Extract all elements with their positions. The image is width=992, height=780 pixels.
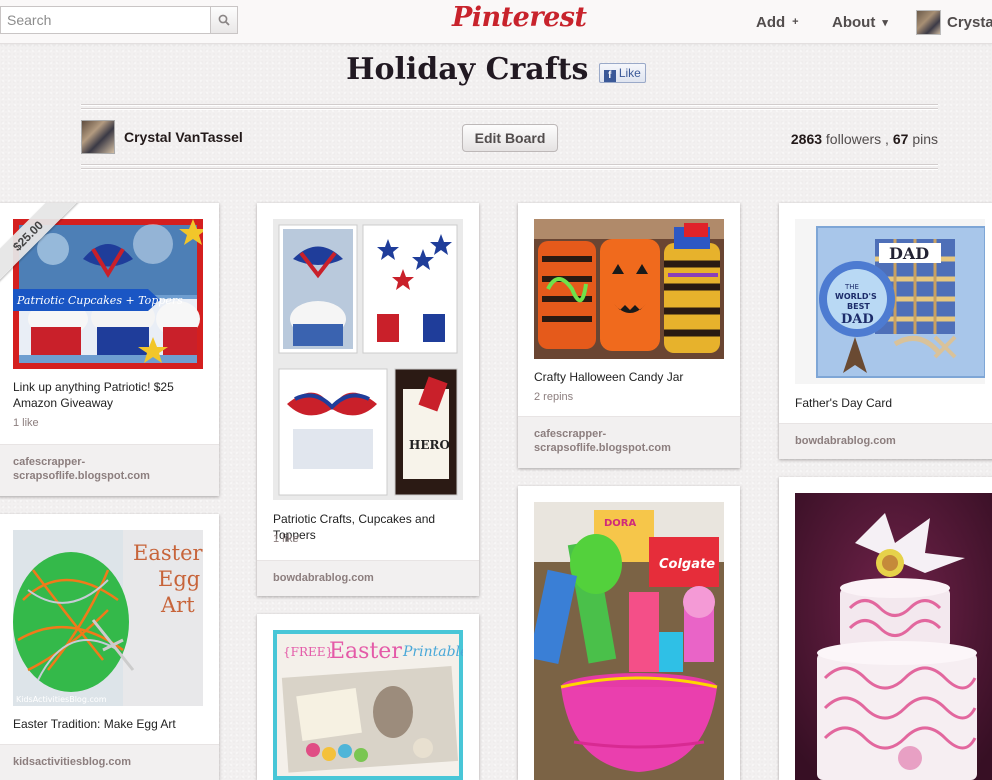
search-button[interactable] xyxy=(210,6,238,34)
pin-card[interactable]: {FREE} Easter Printable xyxy=(257,614,479,780)
halloween-jar-photo xyxy=(534,219,724,359)
pin-description: Father's Day Card xyxy=(795,396,892,410)
edit-board-button[interactable]: Edit Board xyxy=(462,124,558,152)
search-input[interactable] xyxy=(0,6,210,34)
svg-text:Art: Art xyxy=(160,593,195,617)
image-overlay-text: Patriotic Cupcakes + Toppers xyxy=(16,294,183,307)
image-title-easter: Easter xyxy=(329,639,402,664)
owner-name[interactable]: Crystal VanTassel xyxy=(124,129,243,145)
easter-egg-art-photo: Easter Egg Art KidsActivitiesBlog.com xyxy=(13,530,203,706)
card-text-dad: DAD xyxy=(889,244,929,263)
search-bar xyxy=(0,6,238,34)
like-label: Like xyxy=(618,65,641,80)
pin-image[interactable] xyxy=(795,493,992,780)
fathers-day-card-photo: DAD THE WORLD'S BEST DAD xyxy=(795,219,985,384)
pins-label: pins xyxy=(912,131,938,147)
pin-like-count[interactable]: 1 like xyxy=(13,417,39,429)
facebook-icon: f xyxy=(603,69,616,82)
facebook-like-button[interactable]: f Like xyxy=(598,62,646,83)
nav-add-label: Add xyxy=(756,13,786,31)
pin-source[interactable]: cafescrapper-scrapsoflife.blogspot.com xyxy=(0,444,219,496)
nav-about-label: About xyxy=(832,13,876,31)
divider xyxy=(81,164,938,166)
image-brand-colgate: Colgate xyxy=(659,557,715,572)
pin-description: Crafty Halloween Candy Jar xyxy=(534,370,684,384)
nav-about[interactable]: About ▾ xyxy=(832,0,888,44)
nav-user-label: Crystal xyxy=(947,13,992,31)
pin-description: Link up anything Patriotic! $25 Amazon G… xyxy=(13,380,174,410)
svg-text:BEST: BEST xyxy=(847,302,870,311)
pin-image[interactable]: Patriotic Cupcakes + Toppers xyxy=(13,219,203,369)
user-avatar xyxy=(916,9,941,35)
pin-source[interactable]: bowdabrablog.com xyxy=(257,560,479,596)
pin-image[interactable]: HERO xyxy=(273,219,463,500)
pin-card[interactable]: $25.00 Patriotic Cupcakes + Toppers Link… xyxy=(0,203,219,496)
divider xyxy=(81,168,938,170)
pin-image[interactable]: Easter Egg Art KidsActivitiesBlog.com xyxy=(13,530,203,706)
image-title-easter: Easter xyxy=(133,541,203,565)
svg-text:WORLD'S: WORLD'S xyxy=(835,292,877,301)
pin-source[interactable]: bowdabrablog.com xyxy=(779,423,992,459)
cupcakes-photo: Patriotic Cupcakes + Toppers xyxy=(13,219,203,363)
easter-printable-photo: {FREE} Easter Printable xyxy=(273,630,463,780)
svg-text:Egg: Egg xyxy=(158,567,200,591)
cake-photo xyxy=(795,493,992,780)
board-stats: 2863 followers , 67 pins xyxy=(790,131,938,147)
pin-image[interactable] xyxy=(534,219,724,359)
pinterest-logo[interactable]: Pinterest xyxy=(452,2,587,33)
watermark: KidsActivitiesBlog.com xyxy=(16,695,107,704)
followers-label: followers xyxy=(825,131,882,147)
divider xyxy=(81,108,938,110)
followers-count[interactable]: 2863 xyxy=(791,131,822,147)
patriotic-collage-photo: HERO xyxy=(273,219,463,500)
dora-basket-photo: DORA Colgate xyxy=(534,502,724,780)
pin-image[interactable]: DORA Colgate xyxy=(534,502,724,780)
divider xyxy=(81,104,938,106)
pin-image[interactable]: {FREE} Easter Printable xyxy=(273,630,463,780)
pin-image[interactable]: DAD THE WORLD'S BEST DAD xyxy=(795,219,985,384)
svg-text:HERO: HERO xyxy=(409,438,450,452)
nav-add[interactable]: Add + xyxy=(756,0,799,44)
svg-text:Printable: Printable xyxy=(402,644,463,660)
board-title-row: Holiday Crafts f Like xyxy=(0,52,992,87)
pin-like-count[interactable]: 1 like xyxy=(273,533,299,545)
nav-user[interactable]: Crystal xyxy=(916,0,992,44)
pin-description: Easter Tradition: Make Egg Art xyxy=(13,717,176,731)
pin-source[interactable]: kidsactivitiesblog.com xyxy=(0,744,219,780)
pin-card[interactable]: Crafty Halloween Candy Jar 2 repins cafe… xyxy=(518,203,740,468)
pin-source[interactable]: cafescrapper-scrapsoflife.blogspot.com xyxy=(518,416,740,468)
pin-card[interactable]: DORA Colgate xyxy=(518,486,740,780)
pin-description: Patriotic Crafts, Cupcakes and Toppers xyxy=(273,512,436,542)
pin-card[interactable]: Easter Egg Art KidsActivitiesBlog.com Ea… xyxy=(0,514,219,780)
board-title: Holiday Crafts xyxy=(346,52,589,87)
chevron-down-icon: ▾ xyxy=(882,16,888,29)
owner-avatar[interactable] xyxy=(81,120,115,154)
pin-card[interactable] xyxy=(779,477,992,780)
image-brand-dora: DORA xyxy=(604,518,637,529)
pins-count: 67 xyxy=(892,131,909,147)
pin-card[interactable]: HERO Patriotic Crafts, Cupcakes and Topp… xyxy=(257,203,479,596)
pin-card[interactable]: DAD THE WORLD'S BEST DAD Father's Day Ca… xyxy=(779,203,992,459)
plus-icon: + xyxy=(792,16,799,28)
pin-repin-count[interactable]: 2 repins xyxy=(534,391,573,403)
svg-text:THE: THE xyxy=(844,283,859,291)
board-owner[interactable]: Crystal VanTassel xyxy=(81,120,243,154)
svg-text:DAD: DAD xyxy=(841,312,874,327)
svg-text:{FREE}: {FREE} xyxy=(283,645,333,659)
search-icon xyxy=(218,14,230,26)
top-bar: Pinterest Add + About ▾ Crystal xyxy=(0,0,992,44)
